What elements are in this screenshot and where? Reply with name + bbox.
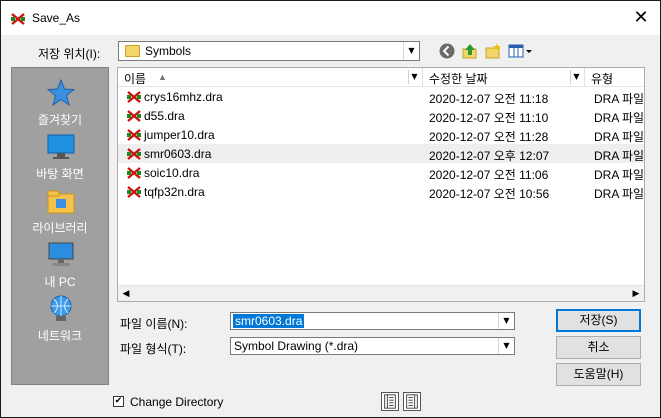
scroll-right-icon[interactable]: ▶: [628, 286, 644, 302]
back-icon[interactable]: [438, 42, 456, 60]
symbol-cross-icon: [11, 13, 25, 25]
file-name: jumper10.dra: [144, 128, 215, 142]
library-browser-icon[interactable]: [381, 392, 399, 411]
file-list[interactable]: 이름 ▲ ▼ 수정한 날짜 ▼ 유형 crys16mhz.dra 2020-12-…: [117, 67, 645, 302]
star-icon: [46, 78, 76, 107]
dra-file-icon: [126, 109, 142, 123]
file-row[interactable]: soic10.dra 2020-12-07 오전 11:06 DRA 파일: [118, 163, 644, 182]
file-row[interactable]: d55.dra 2020-12-07 오전 11:10 DRA 파일: [118, 106, 644, 125]
place-label: 내 PC: [44, 275, 76, 289]
location-combo[interactable]: Symbols ▼: [118, 41, 420, 61]
place-label: 바탕 화면: [36, 167, 84, 181]
file-name: d55.dra: [144, 109, 185, 123]
file-name: tqfp32n.dra: [144, 185, 205, 199]
file-type: DRA 파일: [594, 111, 645, 125]
column-label: 수정한 날짜: [429, 72, 488, 86]
dra-file-icon: [126, 185, 142, 199]
change-directory-checkbox[interactable]: ✔: [113, 396, 124, 407]
library-settings-icon[interactable]: [403, 392, 421, 411]
network-icon: [50, 295, 72, 321]
file-type: DRA 파일: [594, 149, 645, 163]
filetype-value: Symbol Drawing (*.dra): [234, 339, 359, 353]
place-label: 라이브러리: [32, 221, 88, 235]
chevron-down-icon[interactable]: ▼: [408, 70, 420, 84]
chevron-down-icon[interactable]: ▼: [403, 42, 419, 60]
save-as-dialog: Save_As ✕ 저장 위치(I): Symbols ▼ 즐겨찾기 바탕 화면…: [0, 0, 661, 418]
place-libraries[interactable]: 라이브러리: [12, 186, 108, 238]
file-type: DRA 파일: [594, 168, 645, 182]
file-type: DRA 파일: [594, 92, 645, 106]
file-type: DRA 파일: [594, 187, 645, 201]
close-button[interactable]: ✕: [623, 5, 659, 31]
file-name: smr0603.dra: [144, 147, 212, 161]
change-directory-label: Change Directory: [130, 395, 224, 409]
dra-file-icon: [126, 90, 142, 104]
filetype-combo[interactable]: Symbol Drawing (*.dra) ▼: [230, 337, 515, 355]
filename-input[interactable]: smr0603.dra: [233, 314, 305, 328]
dra-file-icon: [126, 128, 142, 142]
filename-label: 파일 이름(N):: [120, 317, 188, 331]
file-date: 2020-12-07 오전 10:56: [429, 187, 550, 201]
column-header-date[interactable]: 수정한 날짜 ▼: [423, 68, 585, 87]
library-icon: [47, 190, 75, 214]
horizontal-scrollbar[interactable]: ◀ ▶: [118, 285, 644, 301]
file-row[interactable]: jumper10.dra 2020-12-07 오전 11:28 DRA 파일: [118, 125, 644, 144]
dra-file-icon: [126, 147, 142, 161]
chevron-down-icon[interactable]: ▼: [498, 338, 514, 354]
filetype-label: 파일 형식(T):: [120, 342, 187, 356]
file-type: DRA 파일: [594, 130, 645, 144]
desktop-icon: [47, 134, 75, 159]
title-bar: Save_As ✕: [1, 1, 660, 35]
place-favorites[interactable]: 즐겨찾기: [12, 78, 108, 130]
file-name: soic10.dra: [144, 166, 200, 180]
filename-combo[interactable]: smr0603.dra ▼: [230, 312, 515, 330]
help-button[interactable]: 도움말(H): [556, 363, 641, 386]
column-label: 유형: [591, 72, 614, 86]
file-name: crys16mhz.dra: [144, 90, 223, 104]
file-row[interactable]: tqfp32n.dra 2020-12-07 오전 10:56 DRA 파일: [118, 182, 644, 201]
dra-file-icon: [126, 166, 142, 180]
place-desktop[interactable]: 바탕 화면: [12, 132, 108, 184]
place-label: 즐겨찾기: [37, 113, 83, 127]
column-label: 이름: [124, 72, 147, 86]
new-folder-icon[interactable]: [484, 42, 502, 60]
view-menu-icon[interactable]: [508, 42, 534, 60]
file-row[interactable]: smr0603.dra 2020-12-07 오후 12:07 DRA 파일: [118, 144, 644, 163]
window-title: Save_As: [32, 11, 81, 25]
computer-icon: [48, 242, 74, 266]
location-value: Symbols: [145, 44, 192, 58]
file-date: 2020-12-07 오전 11:06: [429, 168, 549, 182]
file-date: 2020-12-07 오후 12:07: [429, 149, 550, 163]
file-date: 2020-12-07 오전 11:10: [429, 111, 549, 125]
places-bar: 즐겨찾기 바탕 화면 라이브러리 내 PC 네트워크: [11, 67, 109, 385]
column-header-type[interactable]: 유형: [585, 68, 644, 87]
file-row[interactable]: crys16mhz.dra 2020-12-07 오전 11:18 DRA 파일: [118, 87, 644, 106]
up-folder-icon[interactable]: [461, 42, 479, 60]
place-network[interactable]: 네트워크: [12, 294, 108, 346]
file-date: 2020-12-07 오전 11:18: [429, 92, 549, 106]
file-date: 2020-12-07 오전 11:28: [429, 130, 549, 144]
folder-icon: [125, 45, 140, 57]
chevron-down-icon[interactable]: ▼: [498, 313, 514, 329]
place-label: 네트워크: [37, 329, 83, 343]
cancel-button[interactable]: 취소: [556, 336, 641, 359]
scroll-left-icon[interactable]: ◀: [118, 286, 134, 302]
column-header-name[interactable]: 이름 ▲ ▼: [118, 68, 423, 87]
place-this-pc[interactable]: 내 PC: [12, 240, 108, 292]
location-label: 저장 위치(I):: [38, 47, 101, 61]
save-button[interactable]: 저장(S): [556, 309, 641, 332]
sort-ascending-icon: ▲: [158, 72, 167, 82]
chevron-down-icon[interactable]: ▼: [570, 70, 582, 84]
